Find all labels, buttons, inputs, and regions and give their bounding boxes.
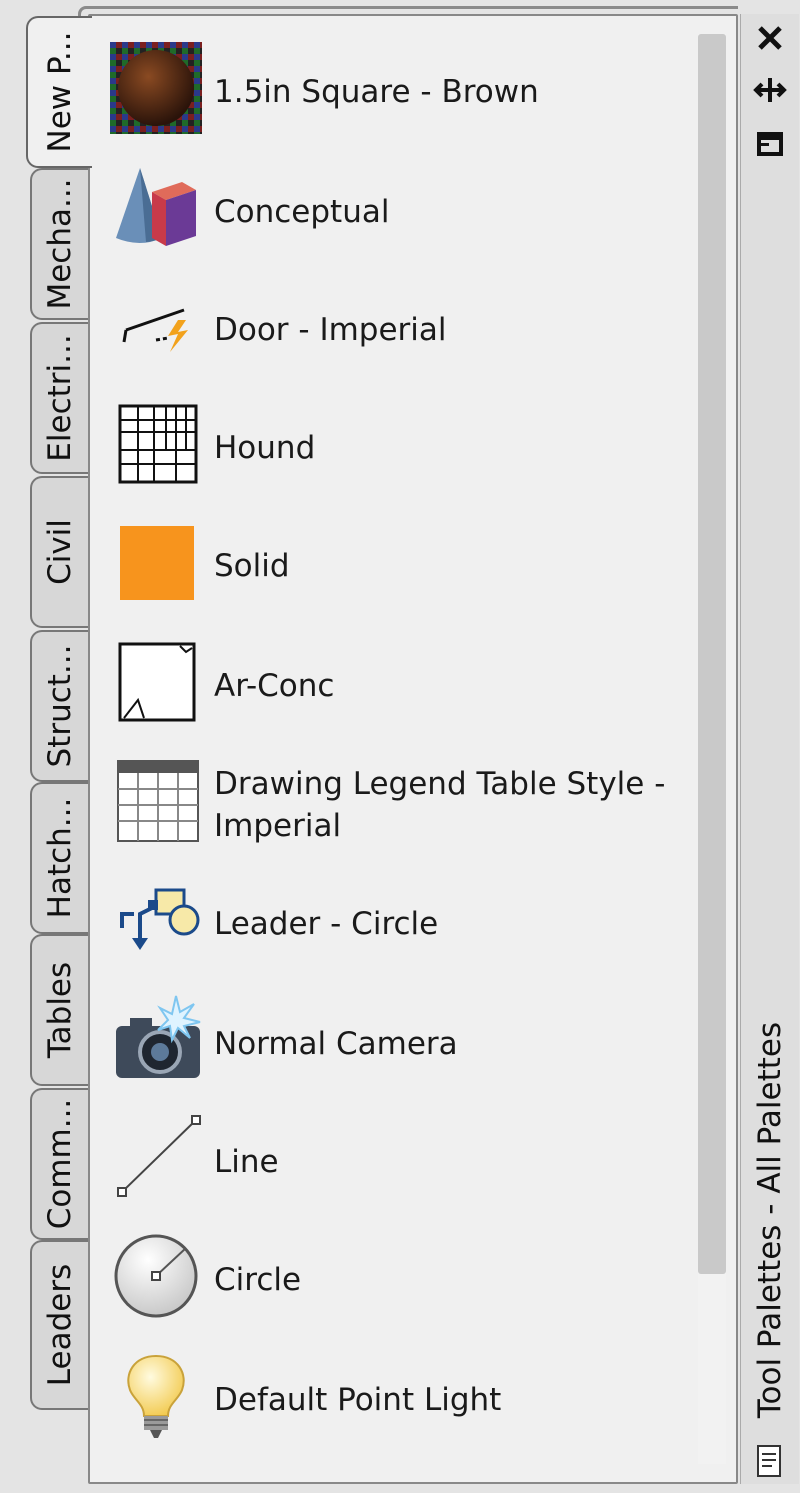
solid-fill-icon [110,516,202,608]
palette-item-ar-conc[interactable]: Ar-Conc [106,636,696,736]
item-label: Conceptual [214,194,390,230]
camera-icon [110,994,202,1086]
leader-icon [110,874,202,966]
palette-title: Tool Palettes - All Palettes [752,1021,788,1419]
palette-item-visual-style[interactable]: Conceptual [106,162,696,262]
palette-item-leader[interactable]: Leader - Circle [106,874,696,974]
tab-label: Electri... [42,334,78,462]
palette-item-door[interactable]: Door - Imperial [106,280,696,380]
door-icon [110,280,202,372]
tab-leaders[interactable]: Leaders [30,1240,88,1410]
palette-item-table-style[interactable]: Drawing Legend Table Style - Imperial [106,755,696,855]
tab-civil[interactable]: Civil [30,476,88,628]
tab-label: Mecha... [42,178,78,310]
item-label: Ar-Conc [214,668,335,704]
item-label: Leader - Circle [214,906,439,942]
item-label: Default Point Light [214,1382,502,1418]
palette-item-point-light[interactable]: Default Point Light [106,1350,696,1450]
palette-item-material[interactable]: 1.5in Square - Brown [106,42,696,142]
item-label: Solid [214,548,290,584]
palette-item-camera[interactable]: Normal Camera [106,994,696,1094]
tab-label: Struct... [42,644,78,768]
item-label: Drawing Legend Table Style - Imperial [214,766,666,844]
tab-tables[interactable]: Tables [30,934,88,1086]
tab-label: Civil [42,519,78,585]
tab-hatches[interactable]: Hatch... [30,782,88,934]
tab-new-palette[interactable]: New P... [26,16,92,168]
palette-tab-strip: New P... Mecha... Electri... Civil Struc… [22,10,92,1430]
hatch-pattern-icon [110,398,202,490]
palette-settings-icon[interactable] [752,1440,788,1477]
item-label: Circle [214,1262,302,1298]
properties-menu-icon[interactable] [752,126,788,162]
item-label: Normal Camera [214,1026,458,1062]
palette-item-solid[interactable]: Solid [106,516,696,616]
scrollbar-thumb[interactable] [698,34,726,1274]
ar-conc-pattern-icon [110,636,202,728]
visual-style-conceptual-icon [110,162,202,254]
palette-item-circle[interactable]: Circle [106,1230,696,1330]
auto-hide-icon[interactable] [752,72,788,108]
item-label: Door - Imperial [214,312,447,348]
tab-command[interactable]: Comm... [30,1088,88,1240]
item-label: Hound [214,430,316,466]
tab-structural[interactable]: Struct... [30,630,88,782]
material-brown-icon [110,42,202,134]
tab-label: New P... [42,31,78,153]
tab-label: Tables [42,961,78,1059]
item-label: 1.5in Square - Brown [214,74,539,110]
light-bulb-icon [110,1350,202,1442]
palette-item-line[interactable]: Line [106,1112,696,1212]
close-icon[interactable] [752,20,788,56]
table-icon [110,755,202,847]
line-icon [110,1112,202,1204]
tab-electrical[interactable]: Electri... [30,322,88,474]
tab-mechanical[interactable]: Mecha... [30,168,88,320]
item-label: Line [214,1144,279,1180]
tab-label: Leaders [42,1263,78,1387]
tab-label: Comm... [42,1098,78,1230]
palette-item-hatch[interactable]: Hound [106,398,696,498]
tab-label: Hatch... [42,797,78,919]
tool-palette-window: New P... Mecha... Electri... Civil Struc… [0,0,800,1493]
circle-icon [110,1230,202,1322]
